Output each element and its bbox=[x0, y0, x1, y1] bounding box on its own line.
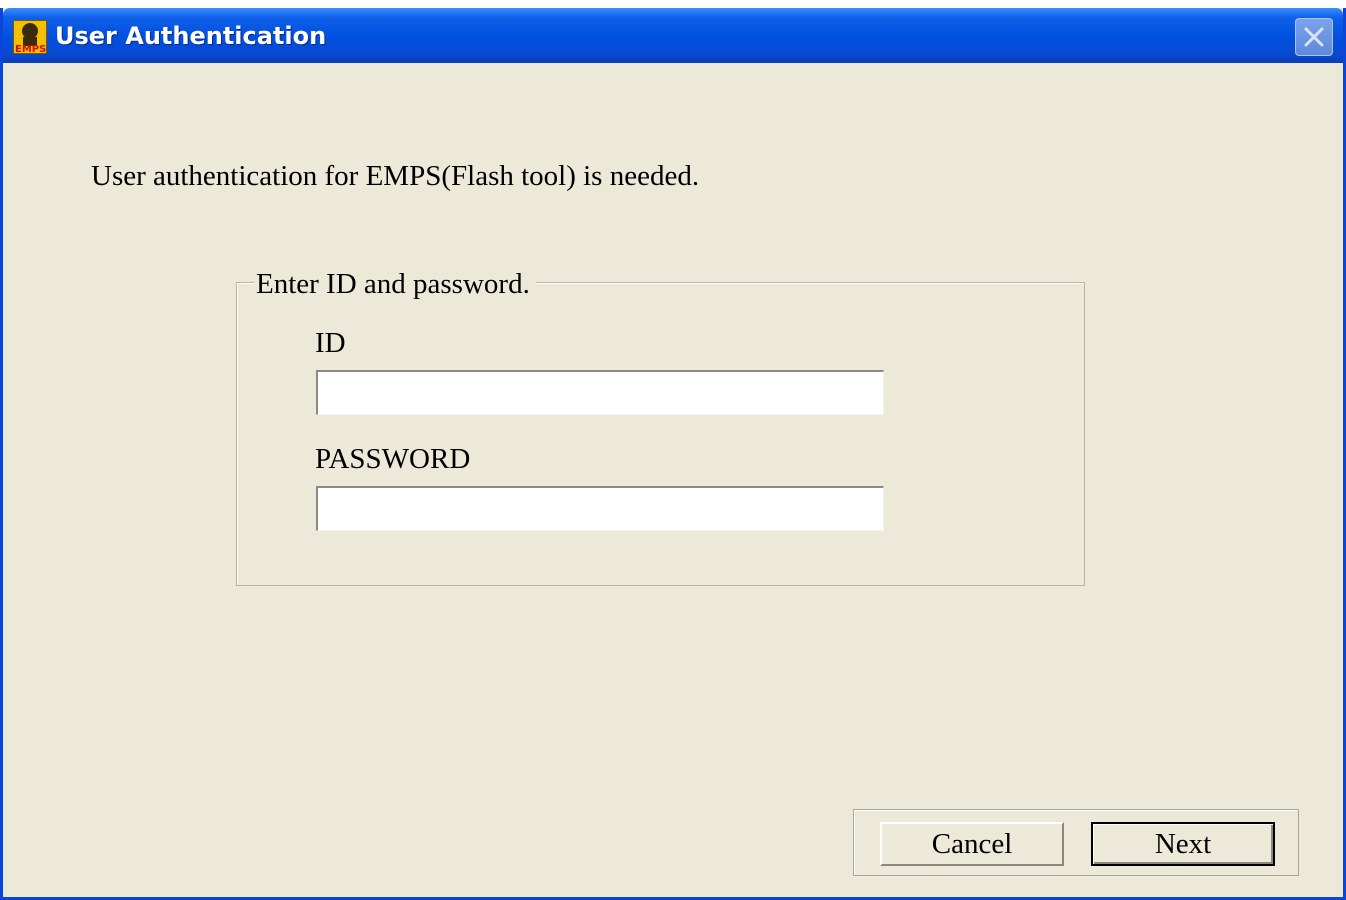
dialog-window: EMPS User Authentication User authentica… bbox=[0, 8, 1346, 900]
close-button[interactable] bbox=[1295, 18, 1333, 56]
group-title: Enter ID and password. bbox=[254, 267, 536, 301]
window-title: User Authentication bbox=[55, 22, 327, 50]
emps-icon: EMPS bbox=[12, 19, 48, 55]
next-button[interactable]: Next bbox=[1091, 822, 1275, 866]
cancel-button[interactable]: Cancel bbox=[880, 822, 1064, 866]
credentials-group bbox=[236, 282, 1085, 586]
password-label: PASSWORD bbox=[315, 443, 471, 475]
id-label: ID bbox=[315, 327, 346, 359]
svg-text:EMPS: EMPS bbox=[15, 44, 46, 54]
title-bar[interactable]: EMPS User Authentication bbox=[3, 8, 1343, 63]
close-icon bbox=[1304, 27, 1324, 47]
intro-text: User authentication for EMPS(Flash tool)… bbox=[91, 160, 700, 192]
password-input[interactable] bbox=[316, 486, 884, 531]
id-input[interactable] bbox=[316, 370, 884, 415]
dialog-body: User authentication for EMPS(Flash tool)… bbox=[3, 63, 1343, 897]
